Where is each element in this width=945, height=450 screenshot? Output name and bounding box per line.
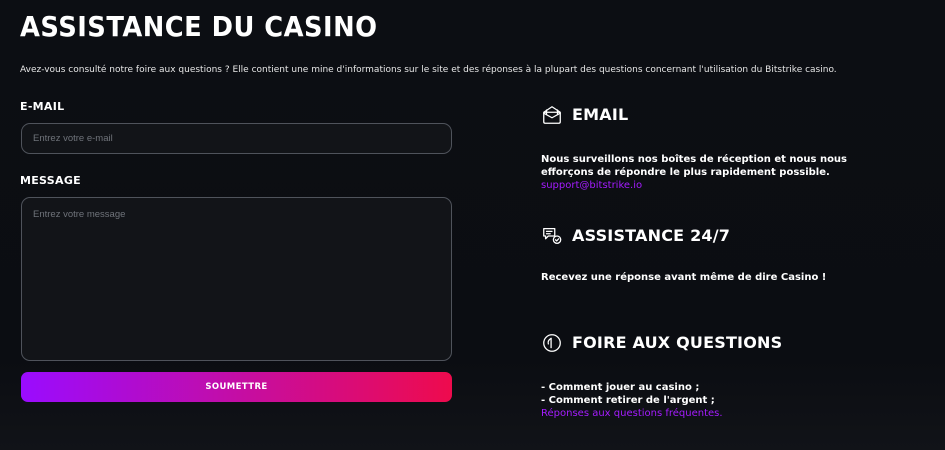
message-field[interactable] <box>21 197 452 361</box>
assistance-info-title: ASSISTANCE 24/7 <box>572 226 731 245</box>
faq-line-play: - Comment jouer au casino ; <box>541 382 700 393</box>
assistance-info-text: Recevez une réponse avant même de dire C… <box>541 272 827 283</box>
faq-info-section: FOIRE AUX QUESTIONS - Comment jouer au c… <box>541 331 901 420</box>
support-page: ASSISTANCE DU CASINO Avez-vous consulté … <box>0 0 945 450</box>
chat-support-icon <box>541 225 563 247</box>
page-title: ASSISTANCE DU CASINO <box>20 10 378 43</box>
email-info-section: EMAIL Nous surveillons nos boîtes de réc… <box>541 103 901 192</box>
faq-info-text: - Comment jouer au casino ; - Comment re… <box>541 381 901 420</box>
support-email-link[interactable]: support@bitstrike.io <box>541 180 642 191</box>
intro-text: Avez-vous consulté notre foire aux quest… <box>20 65 837 75</box>
email-field-label: E-MAIL <box>20 100 65 113</box>
email-info-title: EMAIL <box>572 105 629 124</box>
email-field[interactable] <box>21 123 452 154</box>
submit-button[interactable]: SOUMETTRE <box>21 372 452 402</box>
email-info-description: Nous surveillons nos boîtes de réception… <box>541 154 848 178</box>
faq-info-title: FOIRE AUX QUESTIONS <box>572 333 783 352</box>
mail-inbox-icon <box>541 104 563 126</box>
email-info-text: Nous surveillons nos boîtes de réception… <box>541 153 891 192</box>
faq-icon <box>541 332 563 354</box>
faq-line-withdraw: - Comment retirer de l'argent ; <box>541 395 715 406</box>
message-field-label: MESSAGE <box>20 174 81 187</box>
assistance-info-section: ASSISTANCE 24/7 Recevez une réponse avan… <box>541 224 901 284</box>
faq-link[interactable]: Réponses aux questions fréquentes. <box>541 407 901 420</box>
